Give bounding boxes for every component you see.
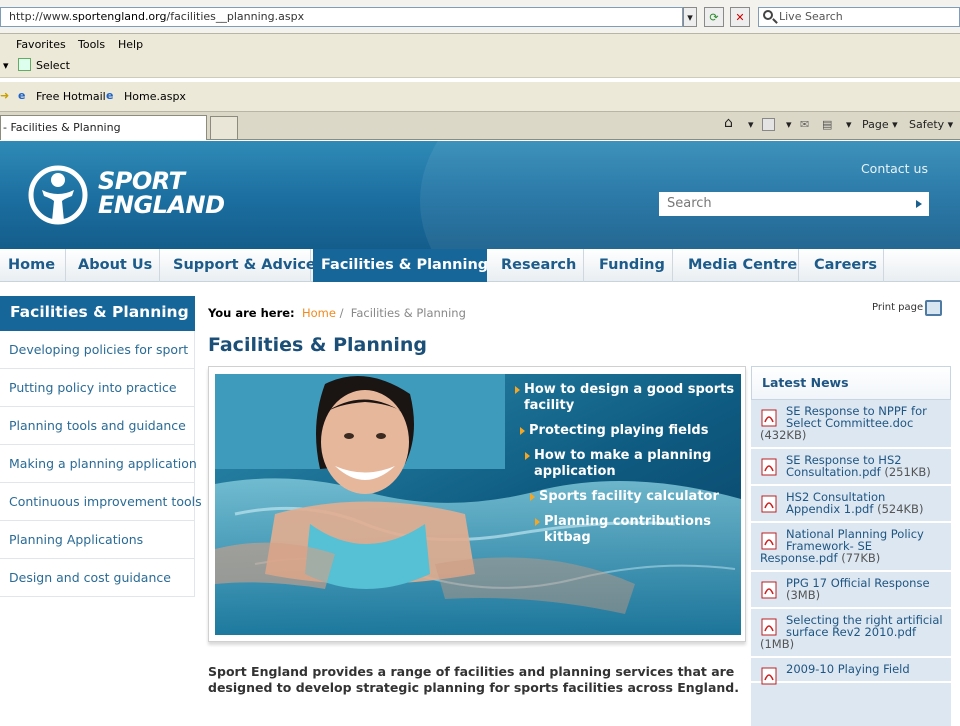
news-item[interactable]: National Planning Policy Framework- SE R… <box>751 523 951 572</box>
refresh-icon[interactable]: ⟳ <box>704 7 724 27</box>
site-search-input[interactable]: Search <box>659 192 929 216</box>
menu-tools[interactable]: Tools <box>78 38 105 51</box>
sidebar-title: Facilities & Planning <box>0 296 195 331</box>
print-page-link[interactable]: Print page <box>872 302 923 313</box>
sport-england-logo-icon[interactable] <box>28 165 88 225</box>
chevron-down-icon[interactable]: ▾ <box>786 118 792 131</box>
address-bar-row: http://www.sportengland.org/facilities__… <box>0 0 960 34</box>
sidebar-item-making-application[interactable]: Making a planning application <box>0 445 197 483</box>
pdf-icon <box>761 458 777 476</box>
hero-link-planning-application[interactable]: How to make a planning application <box>525 448 724 480</box>
sidebar-item-putting-policy[interactable]: Putting policy into practice <box>0 369 195 407</box>
breadcrumb: You are here: Home / Facilities & Planni… <box>208 306 466 320</box>
address-path: /facilities__planning.aspx <box>166 10 305 23</box>
breadcrumb-home-link[interactable]: Home <box>302 306 336 320</box>
menu-favorites[interactable]: Favorites <box>16 38 66 51</box>
printer-icon[interactable] <box>925 300 942 316</box>
nav-media-centre[interactable]: Media Centre <box>680 249 799 282</box>
contact-us-link[interactable]: Contact us <box>861 161 928 176</box>
nav-funding[interactable]: Funding <box>591 249 673 282</box>
hero-link-design-facility[interactable]: How to design a good sports facility <box>515 382 744 414</box>
nav-research[interactable]: Research <box>493 249 584 282</box>
sidebar-item-developing-policies[interactable]: Developing policies for sport <box>0 331 195 369</box>
favorite-link-hotmail[interactable]: Free Hotmail <box>36 90 106 103</box>
ie-icon: e <box>106 89 114 102</box>
home-icon[interactable]: ⌂ <box>724 115 733 131</box>
pdf-icon <box>761 618 777 636</box>
search-icon <box>763 10 773 20</box>
nav-about-us[interactable]: About Us <box>70 249 160 282</box>
intro-paragraph: Sport England provides a range of facili… <box>208 664 739 695</box>
new-tab-button[interactable] <box>210 116 238 140</box>
nav-home[interactable]: Home <box>0 249 66 282</box>
nav-careers[interactable]: Careers <box>806 249 884 282</box>
nav-facilities-planning[interactable]: Facilities & Planning <box>313 249 488 282</box>
site-logo-text[interactable]: SPORT ENGLAND <box>98 169 225 217</box>
search-go-icon[interactable] <box>916 200 922 208</box>
select-button[interactable]: Select <box>36 59 70 72</box>
hero-link-facility-calculator[interactable]: Sports facility calculator <box>530 489 719 505</box>
favorites-arrow-icon: ➜ <box>0 89 10 102</box>
ie-icon: e <box>18 89 26 102</box>
news-item[interactable]: HS2 Consultation Appendix 1.pdf (524KB) <box>751 486 951 523</box>
hero-link-protecting-fields[interactable]: Protecting playing fields <box>519 423 708 439</box>
safety-menu-button[interactable]: Safety ▾ <box>909 118 953 131</box>
select-icon <box>18 58 31 71</box>
breadcrumb-current: Facilities & Planning <box>350 306 466 320</box>
pdf-icon <box>761 667 777 685</box>
page-menu-button[interactable]: Page ▾ <box>862 118 898 131</box>
site-header: SPORT ENGLAND Contact us Search <box>0 141 960 249</box>
chevron-down-icon[interactable]: ▾ <box>748 118 754 131</box>
feeds-icon[interactable] <box>762 118 775 131</box>
favorites-bar: ➜ e Free Hotmail e Home.aspx <box>0 82 960 112</box>
live-search-input[interactable]: Live Search <box>758 7 960 27</box>
address-domain: sportengland.org <box>72 10 167 23</box>
main-nav: Home About Us Support & Advice Facilitie… <box>0 249 960 282</box>
stop-icon[interactable]: ✕ <box>730 7 750 27</box>
mail-icon[interactable]: ✉ <box>800 118 809 131</box>
tab-bar: - Facilities & Planning ⌂ ▾ ▾ ✉ ▤ ▾ Page… <box>0 112 960 140</box>
favorite-link-home[interactable]: Home.aspx <box>124 90 186 103</box>
sidebar-item-design-cost[interactable]: Design and cost guidance <box>0 559 195 597</box>
pdf-icon <box>761 532 777 550</box>
menu-bar: Favorites Tools Help <box>0 34 960 58</box>
sidebar-item-planning-applications[interactable]: Planning Applications <box>0 521 195 559</box>
print-icon[interactable]: ▤ <box>822 118 832 131</box>
page-title: Facilities & Planning <box>208 334 428 356</box>
address-dropdown-button[interactable]: ▾ <box>683 7 697 27</box>
command-row: ▾ Select <box>0 56 960 78</box>
latest-news-title: Latest News <box>751 366 951 400</box>
sidebar: Facilities & Planning Developing policie… <box>0 296 202 597</box>
news-item[interactable]: 2009-10 Playing Field <box>751 658 951 685</box>
pdf-icon <box>761 495 777 513</box>
address-prefix: http://www. <box>9 10 73 23</box>
latest-news-panel: Latest News SE Response to NPPF for Sele… <box>751 366 951 726</box>
news-item[interactable]: SE Response to HS2 Consultation.pdf (251… <box>751 449 951 486</box>
pdf-icon <box>761 409 777 427</box>
news-item[interactable]: Selecting the right artificial surface R… <box>751 609 951 658</box>
browser-tab[interactable]: - Facilities & Planning <box>0 115 207 140</box>
address-field[interactable]: http://www.sportengland.org/facilities__… <box>0 7 683 27</box>
news-item[interactable]: SE Response to NPPF for Select Committee… <box>751 400 951 449</box>
pdf-icon <box>761 581 777 599</box>
chevron-down-icon[interactable]: ▾ <box>846 118 852 131</box>
sidebar-item-continuous-improvement[interactable]: Continuous improvement tools <box>0 483 202 521</box>
menu-help[interactable]: Help <box>118 38 143 51</box>
sidebar-item-planning-tools[interactable]: Planning tools and guidance <box>0 407 195 445</box>
news-item[interactable]: PPG 17 Official Response (3MB) <box>751 572 951 609</box>
chevron-down-icon[interactable]: ▾ <box>3 59 9 72</box>
hero-link-contributions-kitbag[interactable]: Planning contributions kitbag <box>535 514 724 546</box>
nav-support-advice[interactable]: Support & Advice <box>165 249 316 282</box>
